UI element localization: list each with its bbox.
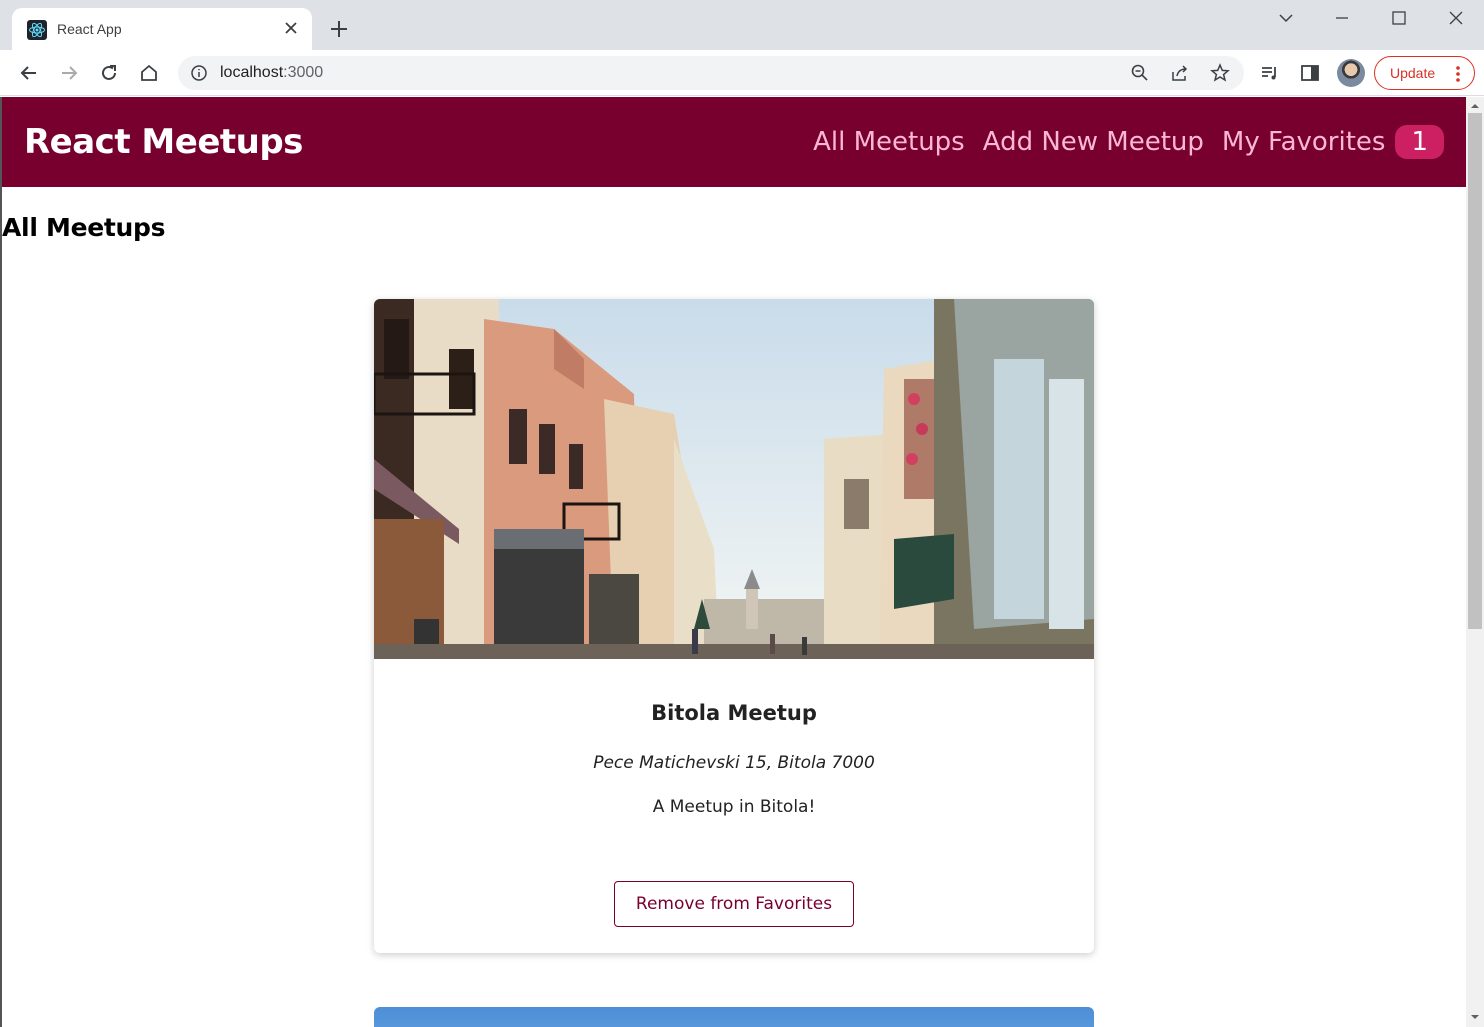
close-tab-icon[interactable] bbox=[282, 19, 300, 37]
media-controls-icon[interactable] bbox=[1259, 62, 1281, 84]
close-window-icon[interactable] bbox=[1446, 8, 1466, 28]
site-info-icon[interactable] bbox=[190, 64, 208, 82]
page-viewport: React Meetups All Meetups Add New Meetup… bbox=[0, 97, 1466, 1027]
address-bar[interactable]: localhost:3000 bbox=[178, 56, 1244, 90]
scrollbar[interactable] bbox=[1466, 97, 1484, 1027]
share-icon[interactable] bbox=[1170, 63, 1190, 83]
meetup-address: Pece Matichevski 15, Bitola 7000 bbox=[593, 753, 875, 773]
browser-toolbar: localhost:3000 Update bbox=[0, 50, 1484, 96]
tab-search-chevron-icon[interactable] bbox=[1276, 8, 1296, 28]
scroll-down-icon[interactable] bbox=[1470, 1012, 1480, 1022]
update-button[interactable]: Update bbox=[1374, 56, 1475, 90]
maximize-icon[interactable] bbox=[1389, 8, 1409, 28]
nav-add-new-meetup[interactable]: Add New Meetup bbox=[983, 127, 1204, 157]
browser-chrome: React App localhost:3000 Update bbox=[0, 0, 1484, 96]
main-nav: All Meetups Add New Meetup My Favorites … bbox=[795, 125, 1444, 159]
back-icon[interactable] bbox=[18, 62, 40, 84]
side-panel-icon[interactable] bbox=[1299, 62, 1321, 84]
nav-my-favorites-label: My Favorites bbox=[1221, 127, 1386, 157]
browser-tab[interactable]: React App bbox=[12, 8, 312, 50]
meetup-description: A Meetup in Bitola! bbox=[652, 797, 816, 817]
scroll-thumb[interactable] bbox=[1468, 113, 1482, 629]
page-title: All Meetups bbox=[2, 213, 166, 242]
url-host: localhost bbox=[220, 64, 284, 81]
meetup-title: Bitola Meetup bbox=[651, 701, 817, 725]
favorites-count-badge: 1 bbox=[1395, 125, 1444, 159]
menu-dots-icon bbox=[1456, 66, 1460, 82]
scroll-up-icon[interactable] bbox=[1470, 101, 1480, 111]
meetup-card: Bitola Meetup Pece Matichevski 15, Bitol… bbox=[374, 299, 1094, 953]
tab-strip: React App bbox=[0, 0, 1484, 50]
remove-from-favorites-button[interactable]: Remove from Favorites bbox=[614, 881, 854, 927]
update-label: Update bbox=[1390, 65, 1436, 81]
profile-avatar[interactable] bbox=[1337, 59, 1365, 87]
nav-my-favorites[interactable]: My Favorites 1 bbox=[1222, 125, 1444, 159]
new-tab-icon[interactable] bbox=[328, 18, 350, 40]
app-header: React Meetups All Meetups Add New Meetup… bbox=[2, 97, 1466, 187]
app-logo: React Meetups bbox=[24, 122, 303, 162]
bookmark-star-icon[interactable] bbox=[1210, 63, 1230, 83]
reload-icon[interactable] bbox=[98, 62, 120, 84]
forward-icon[interactable] bbox=[58, 62, 80, 84]
next-meetup-card bbox=[374, 1007, 1094, 1027]
nav-all-meetups[interactable]: All Meetups bbox=[813, 127, 965, 157]
meetup-image bbox=[374, 299, 1094, 659]
minimize-icon[interactable] bbox=[1332, 8, 1352, 28]
url-text: localhost:3000 bbox=[220, 64, 323, 82]
tab-title: React App bbox=[57, 21, 122, 37]
home-icon[interactable] bbox=[138, 62, 160, 84]
react-logo-icon bbox=[27, 20, 47, 40]
zoom-icon[interactable] bbox=[1130, 63, 1150, 83]
url-port: :3000 bbox=[283, 64, 324, 81]
